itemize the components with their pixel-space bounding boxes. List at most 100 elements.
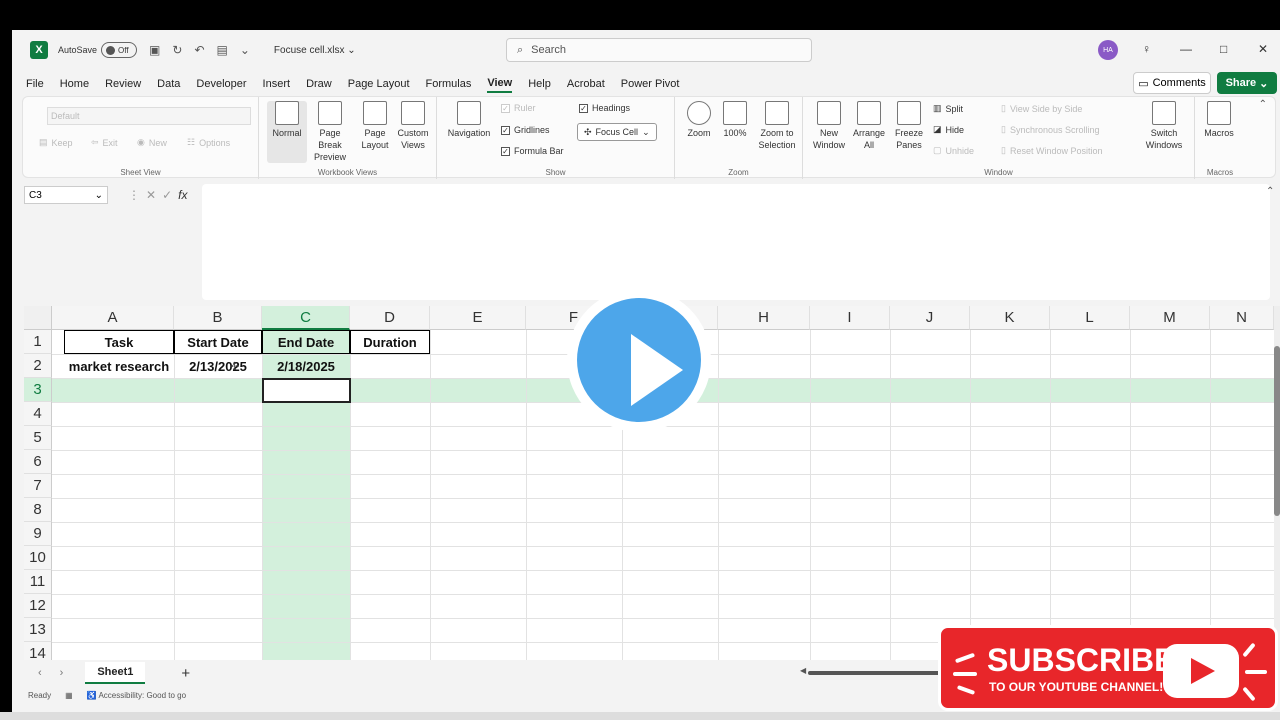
freeze-panes-button[interactable]: Freeze Panes — [889, 101, 929, 151]
maximize-icon[interactable]: □ — [1220, 42, 1227, 56]
ribbon-collapse-icon[interactable]: ⌃ — [1259, 99, 1267, 110]
row-header-7[interactable]: 7 — [24, 474, 52, 498]
column-header-e[interactable]: E — [430, 306, 526, 330]
tab-help[interactable]: Help — [528, 78, 551, 92]
column-header-h[interactable]: H — [718, 306, 810, 330]
ruler-checkbox[interactable]: ✓ Ruler — [501, 103, 536, 113]
enter-icon[interactable]: ✓ — [162, 188, 172, 202]
row-header-11[interactable]: 11 — [24, 570, 52, 594]
split-button[interactable]: ▥ Split — [933, 103, 963, 114]
add-sheet-button[interactable]: + — [181, 665, 190, 682]
headings-checkbox[interactable]: ✓ Headings — [579, 103, 630, 113]
column-header-n[interactable]: N — [1210, 306, 1274, 330]
row-header-1[interactable]: 1 — [24, 330, 52, 354]
navigation-button[interactable]: Navigation — [445, 101, 493, 139]
hide-button[interactable]: ◪ Hide — [933, 124, 964, 135]
name-box[interactable]: C3 ⌄ — [24, 186, 108, 204]
comments-button[interactable]: ▭ Comments — [1133, 72, 1211, 94]
accessibility-status[interactable]: ♿ Accessibility: Good to go — [87, 691, 186, 700]
cell-d1[interactable]: Duration — [350, 330, 430, 354]
minimize-icon[interactable]: — — [1180, 42, 1192, 56]
macros-button[interactable]: Macros — [1199, 101, 1239, 139]
cancel-icon[interactable]: ✕ — [146, 188, 156, 202]
column-header-d[interactable]: D — [350, 306, 430, 330]
tab-power-pivot[interactable]: Power Pivot — [621, 78, 680, 92]
close-icon[interactable]: ✕ — [1258, 42, 1268, 56]
new-window-button[interactable]: New Window — [809, 101, 849, 151]
row-header-13[interactable]: 13 — [24, 618, 52, 642]
save-icon[interactable]: ▣ — [149, 43, 160, 57]
tab-developer[interactable]: Developer — [196, 78, 246, 92]
keep-button[interactable]: ▤ Keep — [39, 137, 73, 148]
formula-bar-checkbox[interactable]: ✓ Formula Bar — [501, 146, 564, 156]
focus-cell-button[interactable]: ✣ Focus Cell ⌄ — [577, 123, 657, 141]
macro-record-icon[interactable]: ▦ — [65, 691, 73, 700]
tab-view[interactable]: View — [487, 77, 513, 93]
cell-d2[interactable] — [350, 354, 430, 378]
column-header-k[interactable]: K — [970, 306, 1050, 330]
row-header-8[interactable]: 8 — [24, 498, 52, 522]
chevron-left-icon[interactable]: ‹ — [38, 667, 42, 679]
new-view-button[interactable]: ◉ New — [137, 137, 167, 148]
row-header-5[interactable]: 5 — [24, 426, 52, 450]
customize-toolbar-icon[interactable]: ⌄ — [240, 43, 250, 57]
more-options-icon[interactable]: ⋮ — [128, 188, 140, 202]
vertical-scrollbar[interactable] — [1274, 306, 1280, 660]
scroll-left-icon[interactable]: ◀ — [800, 666, 806, 675]
column-header-a[interactable]: A — [52, 306, 174, 330]
horizontal-scrollbar[interactable]: ◀ — [800, 666, 950, 678]
form-icon[interactable]: ▤ — [217, 43, 228, 57]
row-header-10[interactable]: 10 — [24, 546, 52, 570]
row-header-14[interactable]: 14 — [24, 642, 52, 660]
gridlines-checkbox[interactable]: ✓ Gridlines — [501, 125, 550, 135]
tab-home[interactable]: Home — [60, 78, 89, 92]
share-button[interactable]: Share ⌄ — [1217, 72, 1277, 94]
switch-windows-button[interactable]: Switch Windows — [1141, 101, 1187, 151]
synchronous-scrolling-button[interactable]: ▯ Synchronous Scrolling — [1001, 124, 1100, 135]
column-header-j[interactable]: J — [890, 306, 970, 330]
zoom-button[interactable]: Zoom — [679, 101, 719, 139]
column-header-i[interactable]: I — [810, 306, 890, 330]
tab-acrobat[interactable]: Acrobat — [567, 78, 605, 92]
normal-view-button[interactable]: Normal — [267, 101, 307, 163]
tab-data[interactable]: Data — [157, 78, 180, 92]
cell-c1[interactable]: End Date — [262, 330, 350, 354]
scroll-thumb[interactable] — [1274, 346, 1280, 516]
file-name[interactable]: Focuse cell.xlsx ⌄ — [274, 45, 356, 56]
select-all-corner[interactable] — [24, 306, 52, 330]
column-header-l[interactable]: L — [1050, 306, 1130, 330]
avatar[interactable]: HA — [1098, 40, 1118, 60]
formula-input[interactable] — [202, 184, 1270, 300]
subscribe-badge[interactable]: SUBSCRIBE TO OUR YOUTUBE CHANNEL! — [938, 625, 1278, 711]
sheet-tab-sheet1[interactable]: Sheet1 — [85, 662, 146, 684]
row-header-6[interactable]: 6 — [24, 450, 52, 474]
row-header-9[interactable]: 9 — [24, 522, 52, 546]
exit-button[interactable]: ⇦ Exit — [91, 137, 118, 148]
undo-icon[interactable]: ↶ — [194, 43, 204, 57]
cell-b2[interactable]: 2/13/2025 — [174, 354, 262, 378]
tab-file[interactable]: File — [26, 78, 44, 92]
options-button[interactable]: ☷ Options — [187, 137, 230, 148]
arrange-all-button[interactable]: Arrange All — [849, 101, 889, 151]
unhide-button[interactable]: ▢ Unhide — [933, 145, 974, 156]
active-cell-c3[interactable] — [262, 378, 351, 403]
column-header-b[interactable]: B — [174, 306, 262, 330]
page-break-preview-button[interactable]: Page Break Preview — [307, 101, 353, 163]
column-header-c[interactable]: C — [262, 306, 350, 330]
tab-review[interactable]: Review — [105, 78, 141, 92]
reset-window-position-button[interactable]: ▯ Reset Window Position — [1001, 145, 1103, 156]
row-header-3[interactable]: 3 — [24, 378, 52, 402]
formula-collapse-icon[interactable]: ⌃ — [1266, 186, 1274, 197]
page-layout-button[interactable]: Page Layout — [355, 101, 395, 151]
tab-formulas[interactable]: Formulas — [426, 78, 472, 92]
sheet-view-dropdown[interactable]: Default — [47, 107, 251, 125]
view-side-by-side-button[interactable]: ▯ View Side by Side — [1001, 103, 1082, 114]
autosave-toggle[interactable]: Off — [101, 42, 138, 58]
lightbulb-icon[interactable]: ♀ — [1142, 42, 1151, 56]
zoom-100-button[interactable]: 100% — [715, 101, 755, 139]
column-header-m[interactable]: M — [1130, 306, 1210, 330]
zoom-selection-button[interactable]: Zoom to Selection — [755, 101, 799, 151]
search-box[interactable]: ⌕ Search — [506, 38, 812, 62]
row-header-12[interactable]: 12 — [24, 594, 52, 618]
horizontal-scroll-thumb[interactable] — [808, 671, 950, 675]
